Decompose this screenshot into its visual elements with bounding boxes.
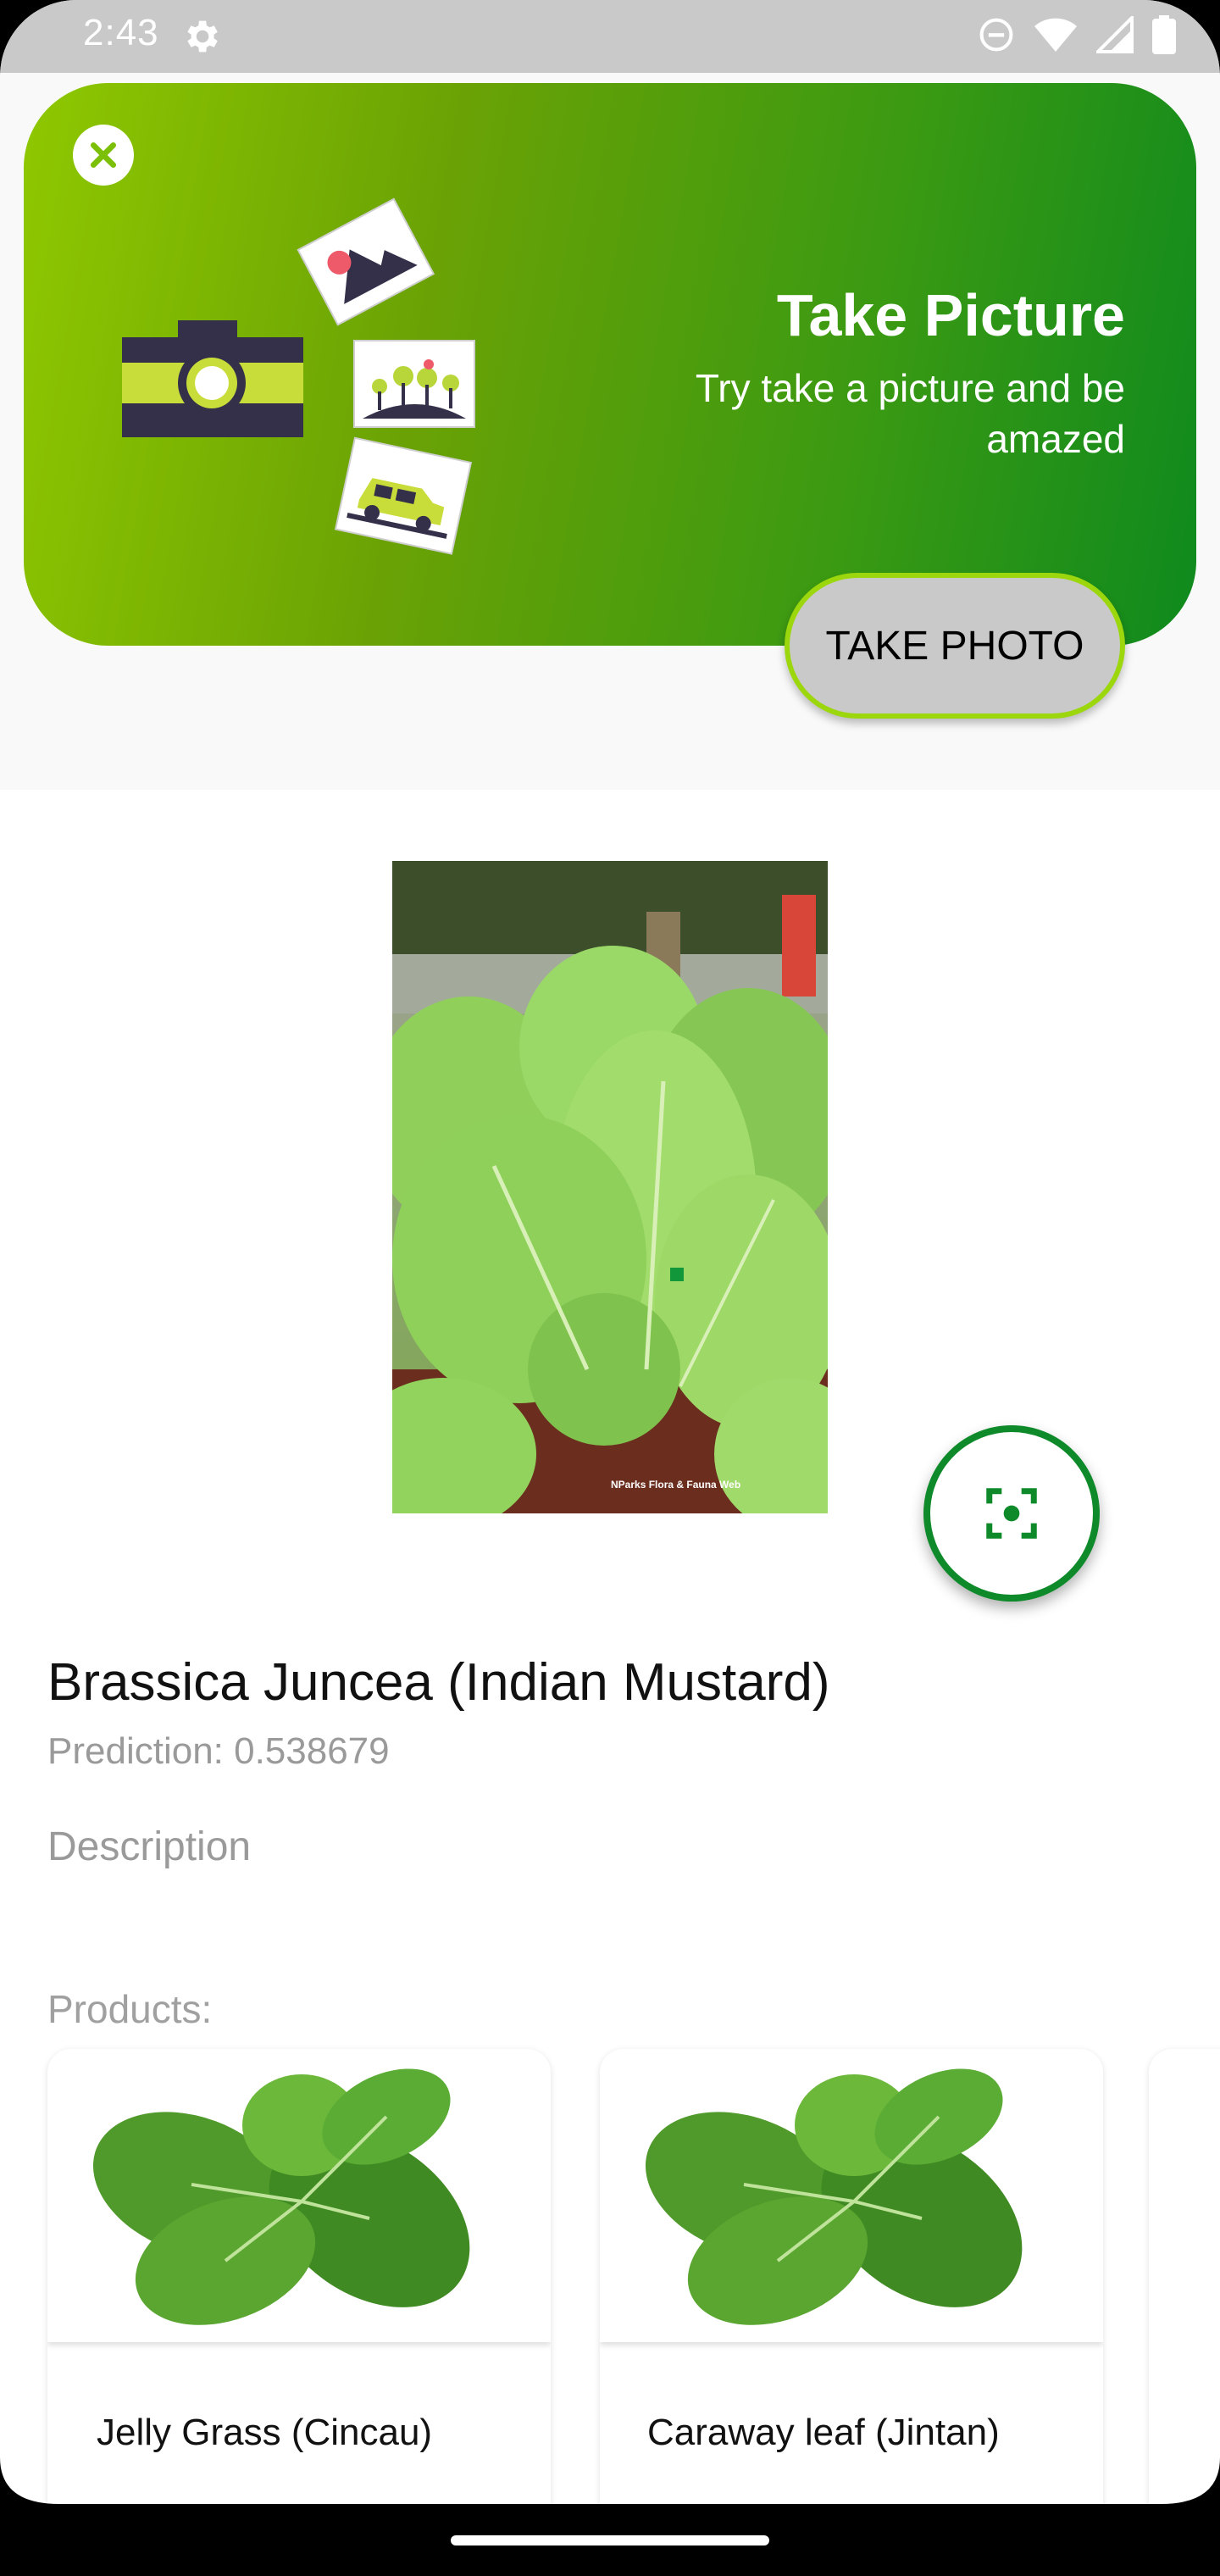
camera-icon (122, 320, 303, 437)
mustard-plant-image: NParks Flora & Fauna Web (392, 861, 828, 1513)
plant-photo: NParks Flora & Fauna Web (392, 861, 828, 1513)
status-time: 2:43 (83, 12, 159, 53)
do-not-disturb-icon (979, 18, 1013, 52)
status-bar: 2:43 (0, 0, 1220, 73)
product-name: Jelly Grass (Cincau) (97, 2412, 433, 2453)
photo-watermark: NParks Flora & Fauna Web (611, 1479, 740, 1491)
car-photo-icon (334, 436, 473, 555)
basil-leaf-image (92, 2068, 470, 2325)
settings-gear-icon (187, 20, 218, 53)
camera-photos-illustration (122, 197, 475, 555)
close-button[interactable] (73, 125, 134, 186)
home-gesture-handle[interactable] (451, 2535, 769, 2545)
take-photo-button[interactable]: TAKE PHOTO (785, 573, 1125, 719)
plant-name: Brassica Juncea (Indian Mustard) (47, 1653, 830, 1712)
scan-button[interactable] (923, 1425, 1100, 1602)
battery-icon (1152, 15, 1176, 54)
close-icon (91, 142, 116, 168)
status-icons (978, 15, 1176, 54)
banner-title: Take Picture (776, 282, 1125, 348)
products-label: Products: (47, 1987, 213, 2031)
trees-photo-icon (353, 340, 475, 428)
description-label: Description (47, 1824, 252, 1869)
app-screen: 2:43 Take Picture Try take a picture and… (0, 0, 1220, 2576)
banner-subtitle: Try take a picture and be amazed (695, 366, 1125, 461)
product-image (600, 2049, 1103, 2342)
prediction-score: Prediction: 0.538679 (47, 1730, 390, 1772)
basil-leaf-image (645, 2068, 1023, 2325)
product-image (47, 2049, 551, 2342)
mountain-photo-icon (297, 197, 435, 326)
scan-focus-icon (986, 1488, 1037, 1539)
screen-corner-mask (0, 2457, 1220, 2504)
wifi-icon (1034, 18, 1077, 52)
product-name: Caraway leaf (Jintan) (647, 2412, 1000, 2453)
cellular-signal-icon (1096, 16, 1134, 53)
